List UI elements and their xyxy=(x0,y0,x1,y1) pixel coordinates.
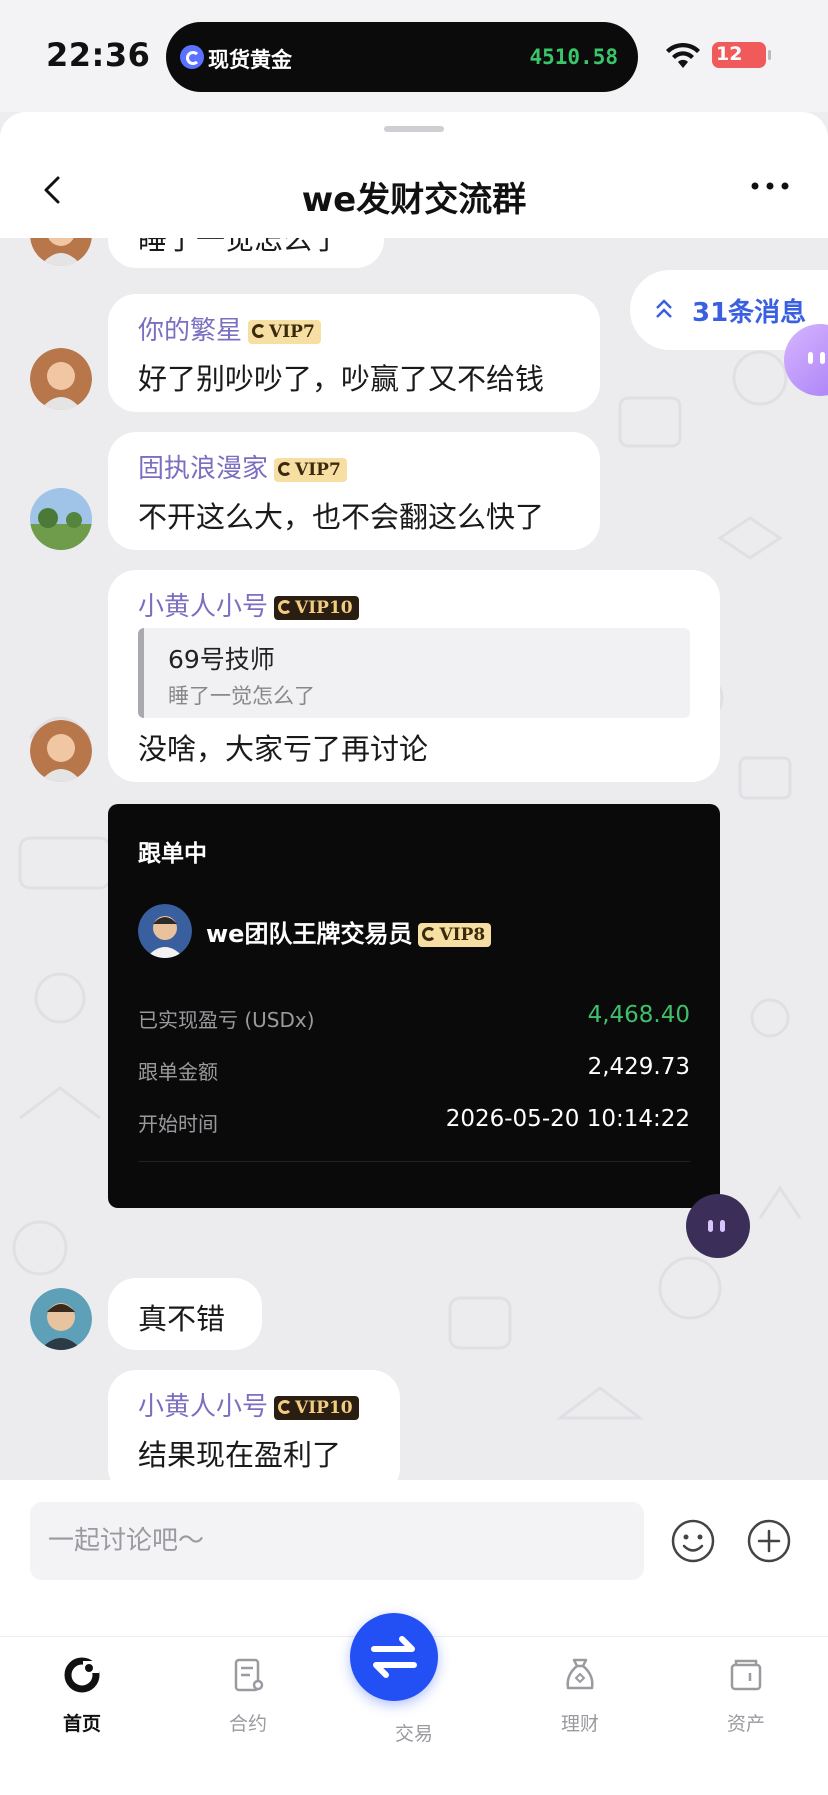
vip-level: VIP7 xyxy=(295,459,341,480)
copy-amount-value: 2,429.73 xyxy=(587,1054,690,1080)
vip-logo-icon xyxy=(422,927,437,941)
avatar-user-landscape[interactable] xyxy=(30,488,92,550)
vip-logo-icon xyxy=(278,1399,293,1414)
battery-level: 12 xyxy=(716,43,743,65)
sender-name-text: 小黄人小号 xyxy=(138,592,269,622)
avatar-user-m1[interactable] xyxy=(30,1288,92,1350)
vip-level: VIP8 xyxy=(439,925,486,945)
vip-badge: VIP10 xyxy=(274,595,359,620)
card-divider xyxy=(138,1161,690,1162)
quoted-reply[interactable]: 69号技师 睡了一觉怎么了 xyxy=(138,628,690,718)
tab-label: 合约 xyxy=(228,1713,267,1735)
status-bar: 22:36 现货黄金 4510.58 12 xyxy=(0,0,828,112)
chat-header: we发财交流群 xyxy=(0,112,828,238)
tab-assets[interactable]: 资产 xyxy=(686,1655,806,1736)
contract-icon xyxy=(234,1658,264,1692)
sender-name-text: 你的繁星 xyxy=(138,316,243,346)
trader-name-text: we团队王牌交易员 xyxy=(206,920,413,948)
sheet-grabber[interactable] xyxy=(384,126,444,132)
sender-name-text: 固执浪漫家 xyxy=(138,454,269,484)
message-text: 睡了一觉怎么了 xyxy=(138,238,342,256)
message-bubble[interactable]: 睡了一觉怎么了 xyxy=(108,238,384,268)
tab-trade[interactable]: 交易 xyxy=(350,1613,474,1746)
message-input[interactable] xyxy=(30,1502,644,1580)
ticker-price: 4510.58 xyxy=(529,45,618,69)
vip-logo-icon xyxy=(278,461,293,476)
message-bubble[interactable]: 小黄人小号 VIP10 结果现在盈利了 xyxy=(108,1370,400,1480)
vip-level: VIP7 xyxy=(269,321,315,342)
sender-name-text: 小黄人小号 xyxy=(138,1392,269,1422)
status-time: 22:36 xyxy=(46,36,151,74)
tab-wealth[interactable]: 理财 xyxy=(520,1655,640,1736)
message-text: 没啥，大家亏了再讨论 xyxy=(138,732,429,766)
exchange-logo-icon xyxy=(180,45,204,69)
trade-button[interactable] xyxy=(350,1613,438,1701)
vip-badge: VIP7 xyxy=(274,457,347,482)
quoted-sender: 69号技师 xyxy=(168,645,275,674)
avatar-user-f1[interactable] xyxy=(30,348,92,410)
vip-badge: VIP8 xyxy=(418,923,492,947)
tab-label: 理财 xyxy=(560,1713,599,1735)
wifi-icon xyxy=(666,42,700,68)
message-text: 结果现在盈利了 xyxy=(138,1438,342,1472)
add-attachment-icon[interactable] xyxy=(746,1518,792,1564)
copy-amount-label: 跟单金额 xyxy=(138,1060,218,1084)
message-bubble[interactable]: 你的繁星 VIP7 好了别吵吵了，吵赢了又不给钱 xyxy=(108,294,600,412)
assets-icon xyxy=(730,1659,762,1691)
bot-eye-icon xyxy=(808,352,813,364)
wealth-icon xyxy=(566,1658,594,1690)
tab-label: 交易 xyxy=(394,1723,433,1745)
start-time-label: 开始时间 xyxy=(138,1112,218,1136)
trader-name[interactable]: we团队王牌交易员 VIP8 xyxy=(206,914,492,949)
message-text: 不开这么大，也不会翻这么快了 xyxy=(138,500,545,534)
bot-eye-icon xyxy=(720,1220,725,1232)
tab-contract[interactable]: 合约 xyxy=(188,1655,308,1736)
home-icon xyxy=(64,1657,100,1693)
sender-name[interactable]: 小黄人小号 VIP10 xyxy=(138,586,359,623)
tab-label: 资产 xyxy=(726,1713,765,1735)
quoted-text: 睡了一觉怎么了 xyxy=(168,684,315,708)
bot-eye-icon xyxy=(708,1220,713,1232)
more-options-icon[interactable] xyxy=(750,176,790,196)
sender-name[interactable]: 小黄人小号 VIP10 xyxy=(138,1386,359,1423)
battery-icon: 12 xyxy=(712,42,771,68)
sender-name[interactable]: 固执浪漫家 VIP7 xyxy=(138,448,347,485)
copy-trade-card[interactable]: 跟单中 we团队王牌交易员 VIP8 已实现盈亏 (USDx) 4,468.40 … xyxy=(108,804,720,1208)
vip-badge: VIP10 xyxy=(274,1395,359,1420)
realized-pnl-label: 已实现盈亏 (USDx) xyxy=(138,1008,315,1032)
assistant-bot-button-small[interactable] xyxy=(686,1194,750,1258)
bottom-tab-bar: 首页 合约 交易 理财 资产 xyxy=(0,1613,828,1795)
trader-avatar[interactable] xyxy=(138,904,192,958)
bot-eye-icon xyxy=(820,352,825,364)
vip-logo-icon xyxy=(278,599,293,614)
sender-name[interactable]: 你的繁星 VIP7 xyxy=(138,310,321,347)
vip-level: VIP10 xyxy=(295,597,353,618)
vip-level: VIP10 xyxy=(295,1397,353,1418)
chat-message-list[interactable]: 睡了一觉怎么了 31条消息 你的繁星 VIP7 好了别吵吵了，吵赢了又不给钱 固执… xyxy=(0,238,828,1480)
start-time-value: 2026-05-20 10:14:22 xyxy=(445,1106,690,1132)
dynamic-island-ticker[interactable]: 现货黄金 4510.58 xyxy=(166,22,638,92)
vip-badge: VIP7 xyxy=(248,319,321,344)
swap-icon xyxy=(371,1636,417,1678)
ticker-name: 现货黄金 xyxy=(208,48,292,72)
double-chevron-up-icon xyxy=(656,299,672,318)
vip-logo-icon xyxy=(252,323,267,338)
page-title: we发财交流群 xyxy=(301,180,527,220)
tab-label: 首页 xyxy=(62,1713,101,1735)
message-bubble[interactable]: 真不错 xyxy=(108,1278,262,1350)
unread-count-label: 31条消息 xyxy=(692,298,807,328)
message-text: 真不错 xyxy=(138,1302,226,1336)
message-text: 好了别吵吵了，吵赢了又不给钱 xyxy=(138,362,545,396)
realized-pnl-value: 4,468.40 xyxy=(587,1002,690,1028)
message-bubble[interactable]: 固执浪漫家 VIP7 不开这么大，也不会翻这么快了 xyxy=(108,432,600,550)
tab-home[interactable]: 首页 xyxy=(22,1655,142,1736)
avatar-user-f1[interactable] xyxy=(30,720,92,782)
copy-trade-status: 跟单中 xyxy=(138,841,207,867)
emoji-icon[interactable] xyxy=(670,1518,716,1564)
